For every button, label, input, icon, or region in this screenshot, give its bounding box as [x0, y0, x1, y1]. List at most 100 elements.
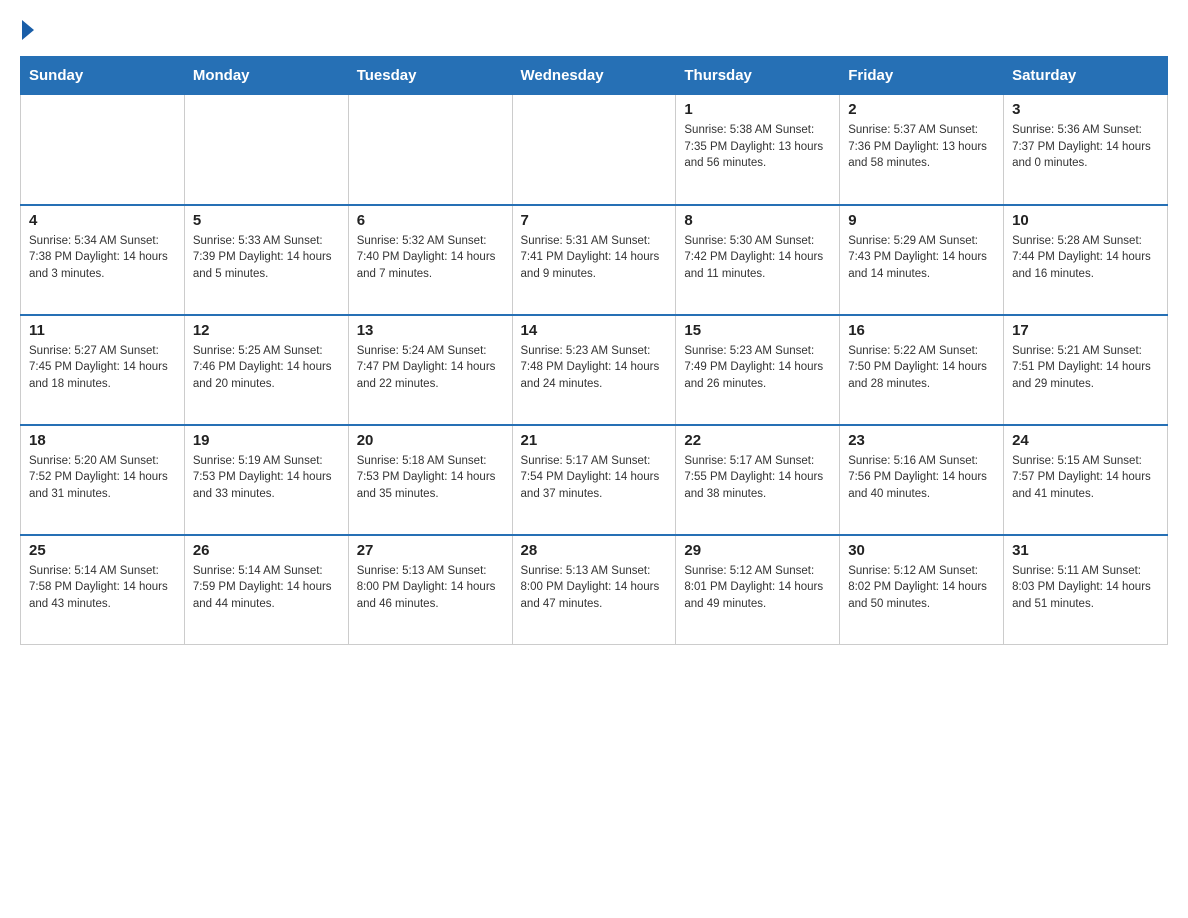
calendar-week-row: 4 Sunrise: 5:34 AM Sunset: 7:38 PM Daylig…	[21, 205, 1168, 315]
day-info: Sunrise: 5:17 AM Sunset: 7:55 PM Dayligh…	[684, 453, 831, 503]
calendar-cell: 18 Sunrise: 5:20 AM Sunset: 7:52 PM Dayli…	[21, 425, 185, 535]
weekday-header-row: SundayMondayTuesdayWednesdayThursdayFrid…	[21, 57, 1168, 95]
day-info: Sunrise: 5:14 AM Sunset: 7:58 PM Dayligh…	[29, 563, 176, 613]
logo	[20, 20, 36, 40]
day-info: Sunrise: 5:38 AM Sunset: 7:35 PM Dayligh…	[684, 122, 831, 172]
day-number: 31	[1012, 542, 1159, 559]
day-number: 19	[193, 432, 340, 449]
day-info: Sunrise: 5:28 AM Sunset: 7:44 PM Dayligh…	[1012, 233, 1159, 283]
day-number: 2	[848, 101, 995, 118]
calendar-cell: 1 Sunrise: 5:38 AM Sunset: 7:35 PM Daylig…	[676, 95, 840, 205]
calendar-cell: 7 Sunrise: 5:31 AM Sunset: 7:41 PM Daylig…	[512, 205, 676, 315]
day-info: Sunrise: 5:34 AM Sunset: 7:38 PM Dayligh…	[29, 233, 176, 283]
calendar-cell: 28Sunrise: 5:13 AM Sunset: 8:00 PM Dayli…	[512, 535, 676, 645]
day-number: 7	[521, 212, 668, 229]
day-info: Sunrise: 5:11 AM Sunset: 8:03 PM Dayligh…	[1012, 563, 1159, 613]
calendar-cell: 4 Sunrise: 5:34 AM Sunset: 7:38 PM Daylig…	[21, 205, 185, 315]
calendar-cell: 25Sunrise: 5:14 AM Sunset: 7:58 PM Dayli…	[21, 535, 185, 645]
day-info: Sunrise: 5:25 AM Sunset: 7:46 PM Dayligh…	[193, 343, 340, 393]
day-number: 10	[1012, 212, 1159, 229]
calendar-cell	[512, 95, 676, 205]
calendar-cell: 13Sunrise: 5:24 AM Sunset: 7:47 PM Dayli…	[348, 315, 512, 425]
calendar-week-row: 18 Sunrise: 5:20 AM Sunset: 7:52 PM Dayli…	[21, 425, 1168, 535]
calendar-cell: 23 Sunrise: 5:16 AM Sunset: 7:56 PM Dayli…	[840, 425, 1004, 535]
day-number: 16	[848, 322, 995, 339]
day-info: Sunrise: 5:12 AM Sunset: 8:01 PM Dayligh…	[684, 563, 831, 613]
day-number: 18	[29, 432, 176, 449]
weekday-header-sunday: Sunday	[21, 57, 185, 95]
calendar-cell: 20Sunrise: 5:18 AM Sunset: 7:53 PM Dayli…	[348, 425, 512, 535]
day-number: 5	[193, 212, 340, 229]
day-number: 9	[848, 212, 995, 229]
calendar-cell: 5 Sunrise: 5:33 AM Sunset: 7:39 PM Daylig…	[184, 205, 348, 315]
calendar-week-row: 11 Sunrise: 5:27 AM Sunset: 7:45 PM Dayli…	[21, 315, 1168, 425]
day-number: 11	[29, 322, 176, 339]
day-number: 3	[1012, 101, 1159, 118]
weekday-header-monday: Monday	[184, 57, 348, 95]
calendar-cell: 12 Sunrise: 5:25 AM Sunset: 7:46 PM Dayli…	[184, 315, 348, 425]
day-info: Sunrise: 5:27 AM Sunset: 7:45 PM Dayligh…	[29, 343, 176, 393]
day-number: 13	[357, 322, 504, 339]
calendar-cell: 17 Sunrise: 5:21 AM Sunset: 7:51 PM Dayli…	[1004, 315, 1168, 425]
day-info: Sunrise: 5:16 AM Sunset: 7:56 PM Dayligh…	[848, 453, 995, 503]
calendar-cell	[348, 95, 512, 205]
day-info: Sunrise: 5:33 AM Sunset: 7:39 PM Dayligh…	[193, 233, 340, 283]
day-number: 4	[29, 212, 176, 229]
weekday-header-wednesday: Wednesday	[512, 57, 676, 95]
day-number: 14	[521, 322, 668, 339]
day-info: Sunrise: 5:13 AM Sunset: 8:00 PM Dayligh…	[521, 563, 668, 613]
day-info: Sunrise: 5:37 AM Sunset: 7:36 PM Dayligh…	[848, 122, 995, 172]
calendar-cell: 21 Sunrise: 5:17 AM Sunset: 7:54 PM Dayli…	[512, 425, 676, 535]
day-number: 23	[848, 432, 995, 449]
calendar-cell: 29 Sunrise: 5:12 AM Sunset: 8:01 PM Dayli…	[676, 535, 840, 645]
calendar-cell: 11 Sunrise: 5:27 AM Sunset: 7:45 PM Dayli…	[21, 315, 185, 425]
calendar-cell: 14 Sunrise: 5:23 AM Sunset: 7:48 PM Dayli…	[512, 315, 676, 425]
day-number: 12	[193, 322, 340, 339]
day-info: Sunrise: 5:15 AM Sunset: 7:57 PM Dayligh…	[1012, 453, 1159, 503]
day-number: 29	[684, 542, 831, 559]
calendar-week-row: 1 Sunrise: 5:38 AM Sunset: 7:35 PM Daylig…	[21, 95, 1168, 205]
day-number: 15	[684, 322, 831, 339]
day-number: 17	[1012, 322, 1159, 339]
weekday-header-thursday: Thursday	[676, 57, 840, 95]
calendar-cell: 8Sunrise: 5:30 AM Sunset: 7:42 PM Daylig…	[676, 205, 840, 315]
calendar-cell	[184, 95, 348, 205]
calendar-cell: 9Sunrise: 5:29 AM Sunset: 7:43 PM Daylig…	[840, 205, 1004, 315]
day-number: 6	[357, 212, 504, 229]
weekday-header-tuesday: Tuesday	[348, 57, 512, 95]
calendar-cell: 31 Sunrise: 5:11 AM Sunset: 8:03 PM Dayli…	[1004, 535, 1168, 645]
day-info: Sunrise: 5:36 AM Sunset: 7:37 PM Dayligh…	[1012, 122, 1159, 172]
day-number: 27	[357, 542, 504, 559]
day-info: Sunrise: 5:14 AM Sunset: 7:59 PM Dayligh…	[193, 563, 340, 613]
calendar-cell: 22 Sunrise: 5:17 AM Sunset: 7:55 PM Dayli…	[676, 425, 840, 535]
calendar-table: SundayMondayTuesdayWednesdayThursdayFrid…	[20, 56, 1168, 645]
day-info: Sunrise: 5:22 AM Sunset: 7:50 PM Dayligh…	[848, 343, 995, 393]
day-info: Sunrise: 5:13 AM Sunset: 8:00 PM Dayligh…	[357, 563, 504, 613]
weekday-header-saturday: Saturday	[1004, 57, 1168, 95]
logo-triangle-icon	[22, 20, 34, 40]
calendar-cell: 30Sunrise: 5:12 AM Sunset: 8:02 PM Dayli…	[840, 535, 1004, 645]
day-number: 22	[684, 432, 831, 449]
calendar-header: SundayMondayTuesdayWednesdayThursdayFrid…	[21, 57, 1168, 95]
day-info: Sunrise: 5:20 AM Sunset: 7:52 PM Dayligh…	[29, 453, 176, 503]
day-number: 30	[848, 542, 995, 559]
calendar-cell: 26Sunrise: 5:14 AM Sunset: 7:59 PM Dayli…	[184, 535, 348, 645]
day-number: 1	[684, 101, 831, 118]
calendar-cell: 2 Sunrise: 5:37 AM Sunset: 7:36 PM Daylig…	[840, 95, 1004, 205]
day-info: Sunrise: 5:32 AM Sunset: 7:40 PM Dayligh…	[357, 233, 504, 283]
day-info: Sunrise: 5:17 AM Sunset: 7:54 PM Dayligh…	[521, 453, 668, 503]
calendar-cell: 19 Sunrise: 5:19 AM Sunset: 7:53 PM Dayli…	[184, 425, 348, 535]
day-number: 21	[521, 432, 668, 449]
calendar-cell	[21, 95, 185, 205]
calendar-cell: 6 Sunrise: 5:32 AM Sunset: 7:40 PM Daylig…	[348, 205, 512, 315]
calendar-cell: 16 Sunrise: 5:22 AM Sunset: 7:50 PM Dayli…	[840, 315, 1004, 425]
day-info: Sunrise: 5:19 AM Sunset: 7:53 PM Dayligh…	[193, 453, 340, 503]
calendar-cell: 15 Sunrise: 5:23 AM Sunset: 7:49 PM Dayli…	[676, 315, 840, 425]
day-info: Sunrise: 5:21 AM Sunset: 7:51 PM Dayligh…	[1012, 343, 1159, 393]
day-info: Sunrise: 5:23 AM Sunset: 7:48 PM Dayligh…	[521, 343, 668, 393]
day-number: 24	[1012, 432, 1159, 449]
day-info: Sunrise: 5:31 AM Sunset: 7:41 PM Dayligh…	[521, 233, 668, 283]
day-info: Sunrise: 5:18 AM Sunset: 7:53 PM Dayligh…	[357, 453, 504, 503]
day-info: Sunrise: 5:23 AM Sunset: 7:49 PM Dayligh…	[684, 343, 831, 393]
calendar-cell: 24 Sunrise: 5:15 AM Sunset: 7:57 PM Dayli…	[1004, 425, 1168, 535]
